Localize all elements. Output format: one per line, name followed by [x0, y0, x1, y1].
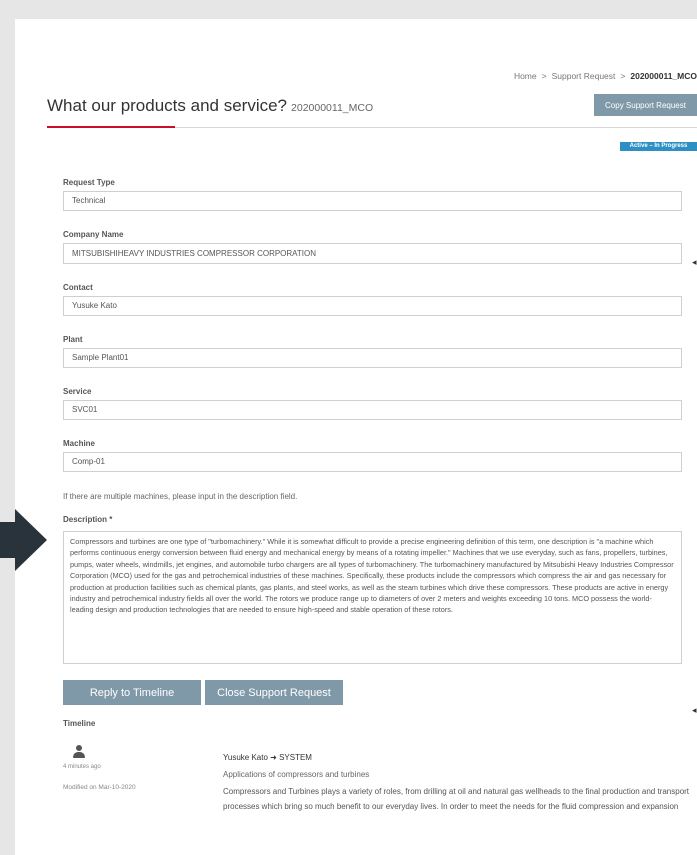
company-name-label: Company Name: [63, 230, 124, 239]
timeline-entry-subject: Applications of compressors and turbines: [223, 770, 370, 779]
contact-label: Contact: [63, 283, 93, 292]
request-code: 202000011_MCO: [291, 102, 374, 114]
support-request-form: Request Type Technical Company Name MITS…: [63, 177, 683, 490]
page-title-text: What our products and service?: [47, 96, 288, 115]
avatar-head: [76, 745, 82, 751]
arrow-right-icon: [15, 509, 47, 571]
company-name-field-group: Company Name MITSUBISHIHEAVY INDUSTRIES …: [63, 229, 683, 264]
breadcrumb-separator: >: [620, 71, 626, 81]
status-badge: Active – In Progress: [620, 142, 697, 151]
arrow-right-icon-stem: [0, 522, 15, 558]
plant-field-group: Plant Sample Plant01: [63, 334, 683, 368]
service-label: Service: [63, 387, 92, 396]
description-label: Description *: [63, 515, 113, 524]
timeline-entry-author: Yusuke Kato ➜ SYSTEM: [223, 753, 312, 762]
title-accent-bar: [47, 126, 175, 128]
copy-support-request-button[interactable]: Copy Support Request: [594, 94, 697, 116]
multiple-machines-hint: If there are multiple machines, please i…: [63, 492, 298, 501]
service-field-group: Service SVC01: [63, 386, 683, 420]
description-textarea[interactable]: Compressors and turbines are one type of…: [63, 531, 682, 664]
machine-input[interactable]: Comp-01: [63, 452, 682, 472]
timeline-entry-time-ago: 4 minutes ago: [63, 764, 101, 770]
company-name-input[interactable]: MITSUBISHIHEAVY INDUSTRIES COMPRESSOR CO…: [63, 243, 682, 264]
request-type-field-group: Request Type Technical: [63, 177, 683, 211]
request-type-input[interactable]: Technical: [63, 191, 682, 211]
machine-field-group: Machine Comp-01: [63, 438, 683, 472]
service-input[interactable]: SVC01: [63, 400, 682, 420]
avatar-body: [73, 752, 85, 758]
page-title: What our products and service? 202000011_…: [47, 96, 373, 116]
contact-input[interactable]: Yusuke Kato: [63, 296, 682, 316]
close-support-request-button[interactable]: Close Support Request: [205, 680, 343, 705]
request-type-label: Request Type: [63, 178, 115, 187]
plant-label: Plant: [63, 335, 83, 344]
arrow-left-icon: ◂: [692, 257, 697, 267]
plant-input[interactable]: Sample Plant01: [63, 348, 682, 368]
contact-field-group: Contact Yusuke Kato: [63, 282, 683, 316]
breadcrumb-support-request-link[interactable]: Support Request: [552, 71, 616, 81]
user-icon: [72, 745, 86, 759]
timeline-entry-body: Compressors and Turbines plays a variety…: [223, 787, 690, 811]
breadcrumb-separator: >: [541, 71, 547, 81]
machine-label: Machine: [63, 439, 96, 448]
reply-to-timeline-button[interactable]: Reply to Timeline: [63, 680, 201, 705]
breadcrumb: Home > Support Request >202000011_MCO: [514, 71, 697, 81]
timeline-heading: Timeline: [63, 719, 96, 728]
timeline-entry-modified: Modified on Mar-10-2020: [63, 784, 136, 791]
breadcrumb-current: 202000011_MCO: [630, 71, 697, 81]
arrow-left-icon: ◂: [692, 705, 697, 715]
breadcrumb-home-link[interactable]: Home: [514, 71, 537, 81]
main-panel: Home > Support Request >202000011_MCO What …: [15, 19, 697, 855]
